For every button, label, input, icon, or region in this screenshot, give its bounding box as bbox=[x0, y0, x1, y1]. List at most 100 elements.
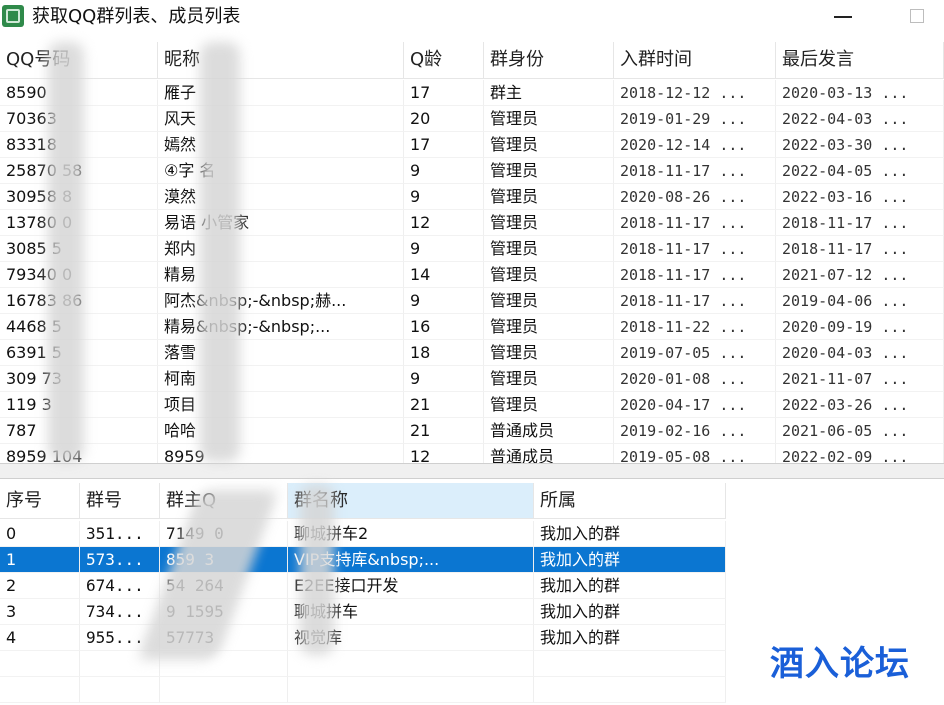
cell-index: 0 bbox=[0, 521, 80, 547]
table-row[interactable]: 83318 嫣然 17 管理员 2020-12-14 ... 2022-03-30 ... bbox=[0, 132, 944, 158]
column-header-belongs[interactable]: 所属 bbox=[534, 483, 726, 519]
cell-role: 管理员 bbox=[484, 158, 614, 184]
cell-group-id: 573... bbox=[80, 547, 160, 573]
empty-cell bbox=[288, 651, 534, 677]
cell-nickname: 项目 bbox=[158, 392, 404, 418]
table-row[interactable]: 0351...7149 0聊城拼车2我加入的群 bbox=[0, 521, 944, 547]
cell-group-id: 674... bbox=[80, 573, 160, 599]
cell-last-speak: 2022-02-09 ... bbox=[776, 444, 944, 465]
cell-nickname: 哈哈 bbox=[158, 418, 404, 444]
cell-nickname: 嫣然 bbox=[158, 132, 404, 158]
cell-last-speak: 2018-11-17 ... bbox=[776, 236, 944, 262]
cell-role: 管理员 bbox=[484, 262, 614, 288]
column-header-index[interactable]: 序号 bbox=[0, 483, 80, 519]
cell-nickname: 雁子 bbox=[158, 80, 404, 106]
empty-cell bbox=[80, 677, 160, 703]
cell-nickname: 易语 小管家 bbox=[158, 210, 404, 236]
cell-join-time: 2020-12-14 ... bbox=[614, 132, 776, 158]
cell-qage: 18 bbox=[404, 340, 484, 366]
cell-join-time: 2018-12-12 ... bbox=[614, 80, 776, 106]
cell-join-time: 2019-07-05 ... bbox=[614, 340, 776, 366]
cell-join-time: 2018-11-17 ... bbox=[614, 158, 776, 184]
table-row[interactable]: 119 3 项目 21 管理员 2020-04-17 ... 2022-03-26 ... bbox=[0, 392, 944, 418]
cell-join-time: 2020-04-17 ... bbox=[614, 392, 776, 418]
minimize-icon[interactable] bbox=[834, 16, 852, 18]
table-row[interactable]: 25870 58 ④字 名 9 管理员 2018-11-17 ... 2022-04-05… bbox=[0, 158, 944, 184]
table-row[interactable]: 309 73 柯南 9 管理员 2020-01-08 ... 2021-11-07 ... bbox=[0, 366, 944, 392]
column-header-join-time[interactable]: 入群时间 bbox=[614, 42, 776, 78]
cell-qage: 9 bbox=[404, 288, 484, 314]
cell-qage: 9 bbox=[404, 236, 484, 262]
app-icon bbox=[2, 5, 24, 27]
table-row[interactable]: 4468 5 精易&nbsp;-&nbsp;... 16 管理员 2018-11-22 … bbox=[0, 314, 944, 340]
cell-join-time: 2018-11-17 ... bbox=[614, 288, 776, 314]
table-row[interactable]: 79340 0 精易 14 管理员 2018-11-17 ... 2021-07-12 .… bbox=[0, 262, 944, 288]
cell-nickname: 风天 bbox=[158, 106, 404, 132]
table-row[interactable]: 3085 5 郑内 9 管理员 2018-11-17 ... 2018-11-17 ... bbox=[0, 236, 944, 262]
cell-last-speak: 2020-03-13 ... bbox=[776, 80, 944, 106]
empty-cell bbox=[160, 677, 288, 703]
cell-index: 3 bbox=[0, 599, 80, 625]
cell-last-speak: 2020-09-19 ... bbox=[776, 314, 944, 340]
column-header-nickname[interactable]: 昵称 bbox=[158, 42, 404, 78]
cell-belongs: 我加入的群 bbox=[534, 521, 726, 547]
table-row[interactable]: 787 哈哈 21 普通成员 2019-02-16 ... 2021-06-05 ... bbox=[0, 418, 944, 444]
cell-nickname: 柯南 bbox=[158, 366, 404, 392]
cell-qage: 21 bbox=[404, 418, 484, 444]
table-row[interactable]: 70363 风天 20 管理员 2019-01-29 ... 2022-04-03 ... bbox=[0, 106, 944, 132]
empty-cell bbox=[0, 651, 80, 677]
title-bar: 获取QQ群列表、成员列表 bbox=[0, 0, 944, 36]
members-table-header: QQ号码 昵称 Q龄 群身份 入群时间 最后发言 bbox=[0, 42, 944, 79]
table-row[interactable]: 3734...9 1595聊城拼车我加入的群 bbox=[0, 599, 944, 625]
cell-qage: 9 bbox=[404, 366, 484, 392]
column-header-last-speak[interactable]: 最后发言 bbox=[776, 42, 944, 78]
cell-group-id: 734... bbox=[80, 599, 160, 625]
table-row[interactable]: 8590 雁子 17 群主 2018-12-12 ... 2020-03-13 ... bbox=[0, 80, 944, 106]
column-header-group-id[interactable]: 群号 bbox=[80, 483, 160, 519]
maximize-icon[interactable] bbox=[910, 9, 924, 23]
empty-cell bbox=[0, 677, 80, 703]
privacy-blur bbox=[300, 485, 334, 655]
table-row[interactable]: 16783 86 阿杰&nbsp;-&nbsp;赫... 9 管理员 2018-11-1… bbox=[0, 288, 944, 314]
cell-last-speak: 2021-06-05 ... bbox=[776, 418, 944, 444]
table-row[interactable]: 6391 5 落雪 18 管理员 2019-07-05 ... 2020-04-03 ..… bbox=[0, 340, 944, 366]
pane-splitter[interactable] bbox=[0, 463, 944, 479]
cell-nickname: 精易&nbsp;-&nbsp;... bbox=[158, 314, 404, 340]
table-row-selected[interactable]: 1573...859 3VIP支持库&nbsp;...我加入的群 bbox=[0, 547, 944, 573]
table-row[interactable]: 13780 0易语 小管家12管理员2018-11-17 ...2018-11-… bbox=[0, 210, 944, 236]
cell-join-time: 2019-02-16 ... bbox=[614, 418, 776, 444]
cell-nickname: 落雪 bbox=[158, 340, 404, 366]
cell-join-time: 2020-01-08 ... bbox=[614, 366, 776, 392]
cell-qage: 12 bbox=[404, 444, 484, 465]
cell-role: 普通成员 bbox=[484, 418, 614, 444]
cell-role: 管理员 bbox=[484, 210, 614, 236]
cell-join-time: 2019-01-29 ... bbox=[614, 106, 776, 132]
cell-qage: 21 bbox=[404, 392, 484, 418]
table-row[interactable]: 30958 8 漠然 9 管理员 2020-08-26 ... 2022-03-16 ..… bbox=[0, 184, 944, 210]
column-header-role[interactable]: 群身份 bbox=[484, 42, 614, 78]
cell-nickname: 漠然 bbox=[158, 184, 404, 210]
cell-role: 管理员 bbox=[484, 106, 614, 132]
cell-qage: 17 bbox=[404, 132, 484, 158]
cell-qage: 9 bbox=[404, 184, 484, 210]
cell-role: 管理员 bbox=[484, 366, 614, 392]
cell-join-time: 2018-11-17 ... bbox=[614, 210, 776, 236]
cell-index: 2 bbox=[0, 573, 80, 599]
cell-nickname: ④字 名 bbox=[158, 158, 404, 184]
groups-table-header: 序号 群号 群主Q 群名称 所属 bbox=[0, 483, 944, 519]
table-row[interactable]: 8959 104 8959 12 普通成员 2019-05-08 ... 2022-02-… bbox=[0, 444, 944, 465]
cell-group-id: 351... bbox=[80, 521, 160, 547]
cell-last-speak: 2022-03-30 ... bbox=[776, 132, 944, 158]
cell-nickname: 郑内 bbox=[158, 236, 404, 262]
cell-role: 管理员 bbox=[484, 132, 614, 158]
column-header-qage[interactable]: Q龄 bbox=[404, 42, 484, 78]
cell-role: 管理员 bbox=[484, 184, 614, 210]
table-row[interactable]: 2674...54 264E2EE接口开发我加入的群 bbox=[0, 573, 944, 599]
empty-cell bbox=[534, 651, 726, 677]
cell-nickname: 8959 bbox=[158, 444, 404, 465]
members-table[interactable]: QQ号码 昵称 Q龄 群身份 入群时间 最后发言 8590 雁子 17 群主 2018-… bbox=[0, 42, 944, 465]
privacy-blur bbox=[48, 42, 84, 462]
cell-nickname: 阿杰&nbsp;-&nbsp;赫... bbox=[158, 288, 404, 314]
privacy-blur bbox=[200, 42, 240, 462]
cell-qage: 17 bbox=[404, 80, 484, 106]
